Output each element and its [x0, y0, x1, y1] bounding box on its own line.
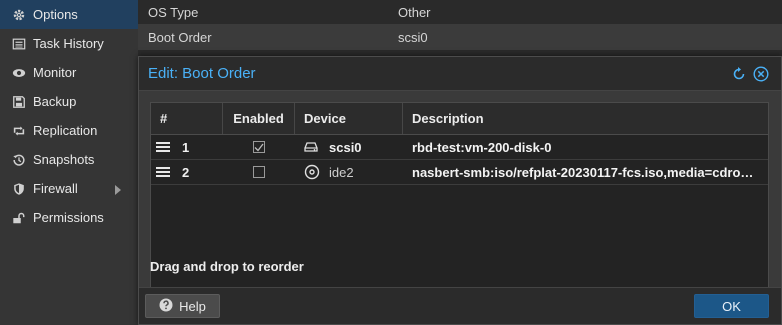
enabled-checkbox[interactable] [253, 141, 265, 153]
device-description: rbd-test:vm-200-disk-0 [412, 139, 552, 155]
sidebar-item-label: Snapshots [33, 152, 95, 167]
dialog-header[interactable]: Edit: Boot Order [139, 57, 781, 91]
table-row[interactable]: Boot Order scsi0 [138, 25, 782, 50]
dialog-title: Edit: Boot Order [148, 65, 256, 82]
sidebar-item-label: Replication [33, 123, 98, 138]
sidebar-item-task-history[interactable]: Task History [0, 29, 138, 58]
reorder-hint: Drag and drop to reorder [150, 259, 304, 274]
option-value: Other [398, 4, 431, 20]
eye-icon [11, 65, 27, 81]
sidebar-item-replication[interactable]: Replication [0, 116, 138, 145]
list-icon [11, 36, 27, 52]
hdd-icon [304, 140, 320, 154]
grid-header: # Enabled Device Description [151, 103, 768, 135]
sidebar: Options Task History Monitor Backup Repl… [0, 0, 138, 325]
option-value: scsi0 [398, 29, 428, 45]
device-description: nasbert-smb:iso/refplat-20230117-fcs.iso… [412, 164, 768, 180]
column-header-num[interactable]: # [151, 103, 223, 134]
device-name: ide2 [329, 164, 354, 180]
row-number: 2 [182, 164, 190, 180]
sidebar-item-label: Permissions [33, 210, 104, 225]
dialog-footer: Help OK [139, 287, 781, 324]
sidebar-item-label: Monitor [33, 65, 77, 80]
drag-handle-icon[interactable] [156, 167, 170, 177]
sidebar-item-permissions[interactable]: Permissions [0, 203, 138, 232]
sidebar-item-label: Options [33, 7, 78, 22]
retweet-icon [11, 123, 27, 139]
sidebar-item-label: Task History [33, 36, 104, 51]
device-name: scsi0 [329, 139, 362, 155]
sidebar-item-backup[interactable]: Backup [0, 87, 138, 116]
edit-boot-order-dialog: Edit: Boot Order # Enabled Device Descri… [138, 56, 782, 325]
reset-icon[interactable] [731, 66, 747, 85]
option-key: OS Type [148, 4, 199, 20]
option-key: Boot Order [148, 29, 212, 45]
sidebar-item-monitor[interactable]: Monitor [0, 58, 138, 87]
table-row[interactable]: 2 ide2 nasbert-smb:iso/refplat-20230117-… [151, 160, 768, 185]
cdrom-icon [304, 164, 320, 180]
drag-handle-icon[interactable] [156, 142, 170, 152]
table-row[interactable]: OS Type Other [138, 0, 782, 25]
sidebar-item-label: Backup [33, 94, 77, 109]
column-header-description[interactable]: Description [403, 103, 768, 134]
table-row[interactable]: 1 scsi0 rbd-test:vm-200-disk-0 [151, 135, 768, 160]
enabled-checkbox[interactable] [253, 166, 265, 178]
help-icon [159, 298, 173, 315]
sidebar-item-snapshots[interactable]: Snapshots [0, 145, 138, 174]
ok-button[interactable]: OK [694, 294, 769, 318]
history-icon [11, 152, 27, 168]
column-header-device[interactable]: Device [295, 103, 403, 134]
caret-right-icon[interactable] [114, 183, 122, 198]
sidebar-item-options[interactable]: Options [0, 0, 138, 29]
unlock-icon [11, 210, 27, 226]
shield-icon [11, 181, 27, 197]
sidebar-item-firewall[interactable]: Firewall [0, 174, 138, 203]
sidebar-item-label: Firewall [33, 181, 78, 196]
row-number: 1 [182, 139, 190, 155]
help-label: Help [179, 298, 206, 314]
column-header-enabled[interactable]: Enabled [223, 103, 295, 134]
gear-icon [11, 7, 27, 23]
close-icon[interactable] [753, 66, 769, 85]
floppy-icon [11, 94, 27, 110]
help-button[interactable]: Help [145, 294, 220, 318]
boot-order-grid: # Enabled Device Description 1 scsi0 rbd… [150, 102, 769, 309]
